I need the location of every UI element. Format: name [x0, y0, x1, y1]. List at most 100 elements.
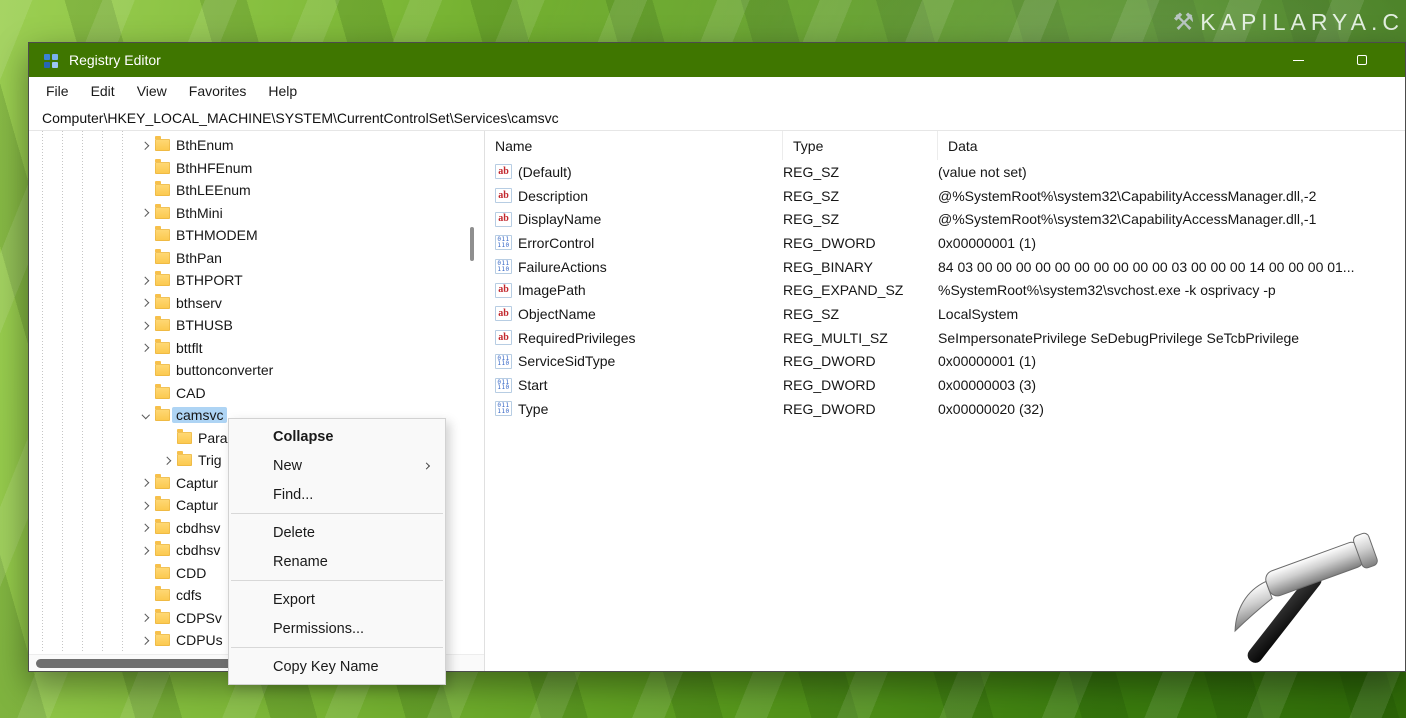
address-bar[interactable]: Computer\HKEY_LOCAL_MACHINE\SYSTEM\Curre…: [29, 105, 1405, 131]
menu-favorites[interactable]: Favorites: [178, 77, 258, 105]
tree-item-label: CDPSv: [176, 610, 222, 626]
value-row[interactable]: (Default)REG_SZ(value not set): [485, 160, 1405, 184]
tree-item[interactable]: BthLEEnum: [29, 179, 484, 202]
context-menu-rename[interactable]: Rename: [229, 547, 445, 576]
tree-item-label: BthMini: [176, 205, 223, 221]
value-data: 0x00000001 (1): [938, 235, 1405, 251]
value-row[interactable]: ServiceSidTypeREG_DWORD0x00000001 (1): [485, 350, 1405, 374]
string-value-icon: [495, 164, 512, 179]
dword-value-icon: [495, 401, 512, 416]
context-menu-permissions[interactable]: Permissions...: [229, 614, 445, 643]
tree-item[interactable]: CAD: [29, 382, 484, 405]
string-value-icon: [495, 283, 512, 298]
value-name: ObjectName: [518, 306, 596, 322]
menu-bar: File Edit View Favorites Help: [29, 77, 1405, 105]
value-row[interactable]: FailureActionsREG_BINARY84 03 00 00 00 0…: [485, 255, 1405, 279]
tree-item[interactable]: BthEnum: [29, 134, 484, 157]
tree-vertical-scrollbar[interactable]: [470, 227, 474, 261]
context-menu-copy-key-name[interactable]: Copy Key Name: [229, 652, 445, 681]
chevron-right-icon[interactable]: [137, 317, 154, 334]
tree-item[interactable]: bthserv: [29, 292, 484, 315]
chevron-right-icon[interactable]: [137, 542, 154, 559]
value-row[interactable]: DescriptionREG_SZ@%SystemRoot%\system32\…: [485, 184, 1405, 208]
tree-item-label: camsvc: [172, 407, 227, 423]
tree-item[interactable]: BthHFEnum: [29, 157, 484, 180]
folder-icon: [155, 477, 170, 489]
value-name: Start: [518, 377, 548, 393]
context-menu-new[interactable]: New: [229, 451, 445, 480]
chevron-placeholder: [137, 182, 154, 199]
column-header-data[interactable]: Data: [938, 131, 1405, 160]
tree-item[interactable]: BTHPORT: [29, 269, 484, 292]
submenu-arrow-icon: [423, 462, 430, 469]
value-row[interactable]: StartREG_DWORD0x00000003 (3): [485, 373, 1405, 397]
value-row[interactable]: ErrorControlREG_DWORD0x00000001 (1): [485, 231, 1405, 255]
tree-item-label: BTHUSB: [176, 317, 233, 333]
value-type: REG_SZ: [783, 306, 938, 322]
chevron-right-icon[interactable]: [137, 294, 154, 311]
folder-icon: [155, 634, 170, 646]
menu-edit[interactable]: Edit: [80, 77, 126, 105]
tree-item-label: Para: [198, 430, 228, 446]
tree-item[interactable]: bttflt: [29, 337, 484, 360]
value-row[interactable]: ImagePathREG_EXPAND_SZ%SystemRoot%\syste…: [485, 278, 1405, 302]
value-row[interactable]: DisplayNameREG_SZ@%SystemRoot%\system32\…: [485, 207, 1405, 231]
folder-icon: [155, 612, 170, 624]
value-name: RequiredPrivileges: [518, 330, 636, 346]
value-data: SeImpersonatePrivilege SeDebugPrivilege …: [938, 330, 1405, 346]
tree-item-label: cbdhsv: [176, 520, 220, 536]
value-row[interactable]: RequiredPrivilegesREG_MULTI_SZSeImperson…: [485, 326, 1405, 350]
menu-separator: [231, 580, 443, 581]
chevron-right-icon[interactable]: [137, 474, 154, 491]
chevron-right-icon[interactable]: [137, 339, 154, 356]
column-header-name[interactable]: Name: [485, 131, 783, 160]
chevron-right-icon[interactable]: [137, 632, 154, 649]
title-bar[interactable]: Registry Editor: [29, 43, 1405, 77]
tree-item[interactable]: BthPan: [29, 247, 484, 270]
list-header: Name Type Data: [485, 131, 1405, 160]
value-data: @%SystemRoot%\system32\CapabilityAccessM…: [938, 211, 1405, 227]
tree-item-label: bthserv: [176, 295, 222, 311]
folder-icon: [155, 184, 170, 196]
menu-file[interactable]: File: [35, 77, 80, 105]
chevron-right-icon[interactable]: [159, 452, 176, 469]
value-row[interactable]: TypeREG_DWORD0x00000020 (32): [485, 397, 1405, 421]
tree-item-label: Captur: [176, 497, 218, 513]
context-menu-find[interactable]: Find...: [229, 480, 445, 509]
context-menu-export[interactable]: Export: [229, 585, 445, 614]
tree-item[interactable]: buttonconverter: [29, 359, 484, 382]
chevron-right-icon[interactable]: [137, 272, 154, 289]
value-data: 0x00000003 (3): [938, 377, 1405, 393]
value-row[interactable]: ObjectNameREG_SZLocalSystem: [485, 302, 1405, 326]
string-value-icon: [495, 212, 512, 227]
tree-item[interactable]: BTHMODEM: [29, 224, 484, 247]
dword-value-icon: [495, 354, 512, 369]
folder-icon: [155, 319, 170, 331]
menu-help[interactable]: Help: [257, 77, 308, 105]
value-name: FailureActions: [518, 259, 607, 275]
chevron-down-icon[interactable]: [137, 407, 154, 424]
menu-view[interactable]: View: [126, 77, 178, 105]
folder-icon: [155, 207, 170, 219]
maximize-button[interactable]: [1339, 43, 1385, 77]
chevron-right-icon[interactable]: [137, 497, 154, 514]
tree-item[interactable]: BTHUSB: [29, 314, 484, 337]
folder-icon: [155, 567, 170, 579]
minimize-button[interactable]: [1275, 43, 1321, 77]
context-menu-collapse[interactable]: Collapse: [229, 422, 445, 451]
chevron-right-icon[interactable]: [137, 609, 154, 626]
chevron-placeholder: [137, 159, 154, 176]
folder-icon: [155, 499, 170, 511]
value-data: @%SystemRoot%\system32\CapabilityAccessM…: [938, 188, 1405, 204]
chevron-placeholder: [137, 587, 154, 604]
value-name: ErrorControl: [518, 235, 594, 251]
value-type: REG_SZ: [783, 211, 938, 227]
chevron-right-icon[interactable]: [137, 204, 154, 221]
value-data: 0x00000020 (32): [938, 401, 1405, 417]
tree-item-label: Trig: [198, 452, 222, 468]
context-menu-delete[interactable]: Delete: [229, 518, 445, 547]
chevron-right-icon[interactable]: [137, 519, 154, 536]
chevron-right-icon[interactable]: [137, 137, 154, 154]
tree-item[interactable]: BthMini: [29, 202, 484, 225]
column-header-type[interactable]: Type: [783, 131, 938, 160]
